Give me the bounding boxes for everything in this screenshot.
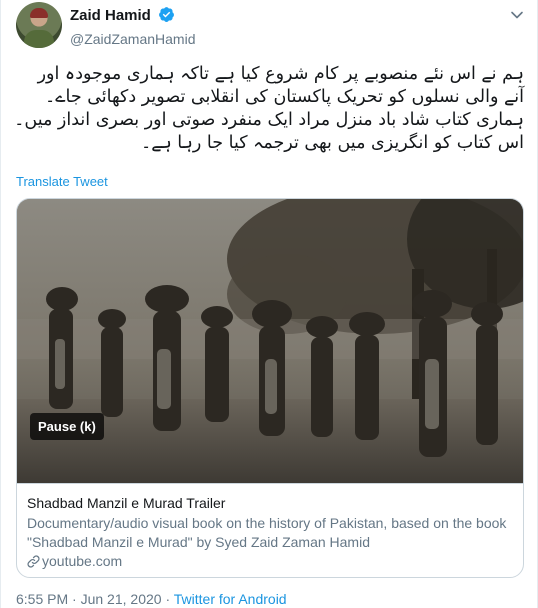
author-names: Zaid Hamid @ZaidZamanHamid (70, 6, 195, 47)
tweet-meta: 6:55 PM · Jun 21, 2020 · Twitter for And… (16, 591, 287, 607)
tweet-date[interactable]: Jun 21, 2020 (81, 591, 162, 607)
meta-separator: · (72, 591, 77, 607)
card-domain-text: youtube.com (42, 553, 123, 569)
pause-button[interactable]: Pause (k) (30, 413, 104, 440)
avatar[interactable] (16, 2, 62, 48)
avatar-body (24, 30, 54, 48)
tweet-time[interactable]: 6:55 PM (16, 591, 68, 607)
author-display-name[interactable]: Zaid Hamid (70, 7, 151, 24)
tweet-text-line: ہم نے اس نئے منصوبے پر کام شروع کیا ہے ت… (37, 64, 524, 84)
tweet-text: ہم نے اس نئے منصوبے پر کام شروع کیا ہے ت… (14, 63, 524, 155)
verified-badge-icon (158, 6, 175, 28)
tweet-header: Zaid Hamid @ZaidZamanHamid (16, 2, 526, 48)
card-domain: youtube.com (27, 552, 513, 573)
tweet-text-line: ہماری کتاب شاد باد منزل مراد ایک منفرد ص… (14, 110, 524, 130)
link-card[interactable]: Pause (k) Shadbad Manzil e Murad Trailer… (16, 198, 524, 578)
avatar-cap (30, 8, 48, 18)
card-title: Shadbad Manzil e Murad Trailer (27, 495, 226, 511)
link-icon (27, 554, 40, 573)
video-player[interactable]: Pause (k) (17, 199, 523, 483)
author-handle[interactable]: @ZaidZamanHamid (70, 31, 195, 47)
card-description-line: Documentary/audio visual book on the his… (27, 515, 507, 531)
card-info[interactable]: Shadbad Manzil e Murad Trailer Documenta… (17, 483, 523, 573)
card-description-line: "Shadbad Manzil e Murad" by Syed Zaid Za… (27, 534, 370, 550)
tweet-source-link[interactable]: Twitter for Android (174, 591, 287, 607)
meta-separator: · (165, 591, 171, 607)
tweet-text-line: آنے والی نسلوں کو تحریک پاکستان کی انقلا… (44, 87, 524, 107)
tweet-container: Zaid Hamid @ZaidZamanHamid ہم نے اس نئے … (0, 0, 538, 608)
tweet-text-line: اس کتاب کو انگریزی میں بھی ترجمہ کیا جا … (140, 133, 524, 153)
translate-tweet-link[interactable]: Translate Tweet (16, 174, 108, 189)
video-frame-image (17, 199, 523, 483)
chevron-down-icon[interactable] (508, 6, 526, 24)
